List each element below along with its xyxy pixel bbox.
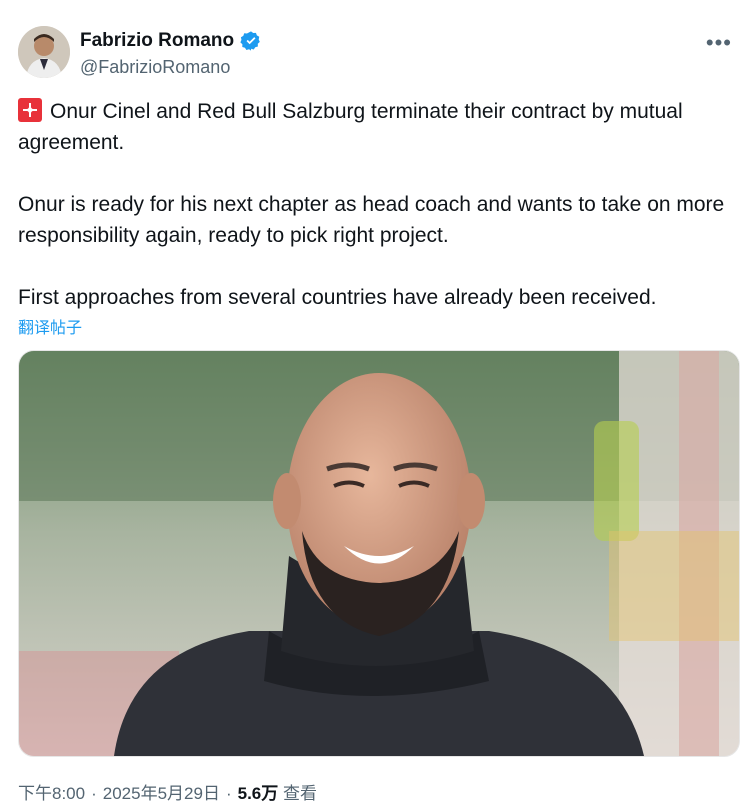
author-avatar[interactable]: [18, 26, 70, 78]
tweet-text: Onur Cinel and Red Bull Salzburg termina…: [18, 96, 733, 313]
tweet-meta: 下午8:00 · 2025年5月29日 · 5.6万 查看: [18, 779, 317, 804]
author-handle[interactable]: @FabrizioRomano: [80, 55, 262, 79]
tweet-paragraph: First approaches from several countries …: [18, 286, 657, 309]
author-display-name[interactable]: Fabrizio Romano: [80, 29, 234, 53]
ellipsis-icon[interactable]: •••: [706, 30, 732, 56]
meta-separator: ·: [225, 784, 232, 803]
tweet-date[interactable]: 2025年5月29日: [103, 784, 220, 803]
views-label: 查看: [283, 784, 317, 803]
siren-icon: [18, 98, 42, 122]
tweet-photo[interactable]: [18, 350, 740, 757]
verified-badge-icon: [240, 31, 260, 51]
tweet-paragraph: Onur is ready for his next chapter as he…: [18, 193, 725, 247]
translate-post-link[interactable]: 翻译帖子: [18, 314, 82, 338]
tweet-paragraph: Onur Cinel and Red Bull Salzburg termina…: [18, 98, 683, 154]
tweet-header: Fabrizio Romano @FabrizioRomano •••: [18, 26, 738, 78]
meta-separator: ·: [91, 784, 97, 803]
tweet-time[interactable]: 下午8:00: [18, 784, 85, 803]
views-count: 5.6万: [237, 784, 279, 803]
